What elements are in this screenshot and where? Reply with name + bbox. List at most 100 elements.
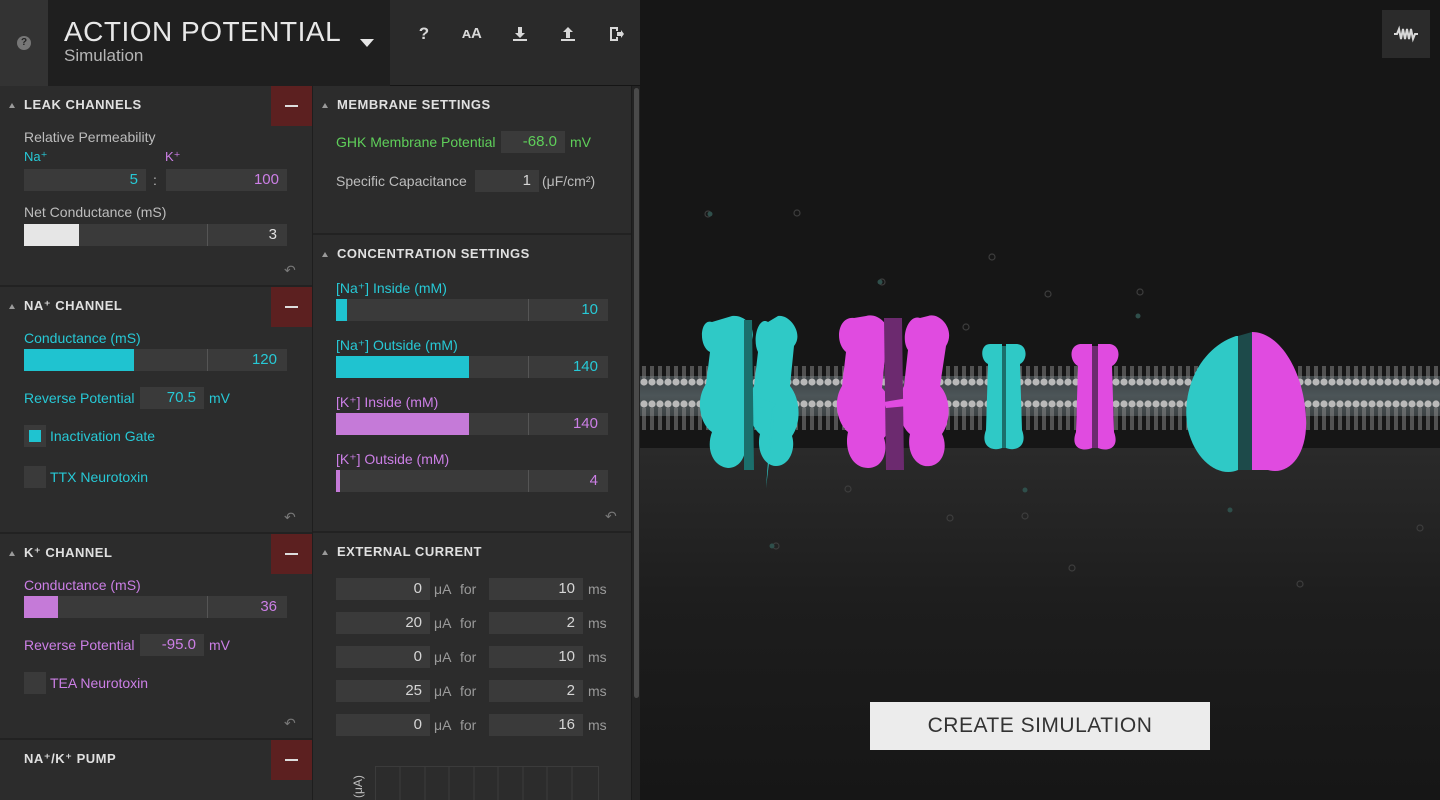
time-unit: ms bbox=[588, 683, 607, 699]
external-current-section-header[interactable]: EXTERNAL CURRENT bbox=[313, 533, 631, 571]
current-amplitude-input[interactable]: 0 bbox=[336, 714, 430, 736]
na-conductance-value[interactable]: 120 bbox=[252, 349, 277, 371]
concentration-value[interactable]: 4 bbox=[590, 470, 598, 492]
for-label: for bbox=[460, 683, 477, 699]
capacitance-input[interactable]: 1 bbox=[475, 170, 539, 192]
exit-icon[interactable] bbox=[602, 20, 630, 48]
pump-section-header[interactable]: NA⁺/K⁺ PUMP bbox=[0, 740, 312, 780]
na-leak-channel bbox=[982, 344, 1026, 450]
panel-scrollbar[interactable] bbox=[632, 86, 640, 800]
download-icon[interactable] bbox=[506, 20, 534, 48]
membrane-section-header[interactable]: MEMBRANE SETTINGS bbox=[313, 86, 631, 124]
concentration-fill bbox=[336, 356, 469, 378]
concentration-value[interactable]: 140 bbox=[573, 413, 598, 435]
concentration-slider[interactable]: 4 bbox=[336, 470, 608, 492]
time-unit: ms bbox=[588, 717, 607, 733]
leak-na-permeability-input[interactable]: 5 bbox=[24, 169, 146, 191]
capacitance-unit: (μF/cm²) bbox=[542, 173, 596, 189]
membrane-section-title: MEMBRANE SETTINGS bbox=[337, 97, 491, 112]
slider-divider bbox=[207, 596, 208, 618]
current-duration-input[interactable]: 10 bbox=[489, 578, 583, 600]
current-amplitude-input[interactable]: 0 bbox=[336, 578, 430, 600]
app-root: ? ACTION POTENTIAL Simulation ? ᴀA LEAK … bbox=[0, 0, 1440, 800]
concentration-slider[interactable]: 140 bbox=[336, 356, 608, 378]
concentration-slider[interactable]: 10 bbox=[336, 299, 608, 321]
text-size-icon[interactable]: ᴀA bbox=[458, 20, 486, 48]
ghk-value: -68.0 bbox=[501, 131, 565, 153]
collapse-triangle-icon bbox=[9, 551, 15, 556]
current-duration-input[interactable]: 16 bbox=[489, 714, 583, 736]
external-current-graph bbox=[375, 766, 599, 800]
concentration-fill bbox=[336, 299, 347, 321]
help-icon[interactable]: ? bbox=[410, 20, 438, 48]
concentration-label: [K⁺] Outside (mM) bbox=[336, 451, 450, 467]
net-conductance-value[interactable]: 3 bbox=[269, 224, 277, 246]
reset-na-icon[interactable]: ↶ bbox=[284, 509, 296, 526]
time-unit: ms bbox=[588, 649, 607, 665]
k-reverse-potential-label: Reverse Potential bbox=[24, 637, 135, 653]
na-section-header[interactable]: NA⁺ CHANNEL bbox=[0, 287, 312, 327]
remove-leak-button[interactable] bbox=[271, 86, 312, 126]
na-conductance-slider[interactable]: 120 bbox=[24, 349, 287, 371]
collapse-triangle-icon bbox=[9, 103, 15, 108]
leak-k-permeability-input[interactable]: 100 bbox=[166, 169, 287, 191]
app-subtitle: Simulation bbox=[64, 46, 144, 65]
na-reverse-unit: mV bbox=[209, 390, 230, 406]
reset-leak-icon[interactable]: ↶ bbox=[284, 262, 296, 279]
concentration-slider[interactable]: 140 bbox=[336, 413, 608, 435]
concentration-fill bbox=[336, 413, 469, 435]
reset-concentration-icon[interactable]: ↶ bbox=[605, 508, 617, 525]
time-unit: ms bbox=[588, 581, 607, 597]
concentration-section-header[interactable]: CONCENTRATION SETTINGS bbox=[313, 235, 631, 273]
ghk-label: GHK Membrane Potential bbox=[336, 134, 496, 150]
channels-panel: LEAK CHANNELS Relative Permeability Na⁺ … bbox=[0, 86, 312, 800]
na-reverse-potential-input[interactable]: 70.5 bbox=[140, 387, 204, 409]
chevron-down-icon bbox=[360, 39, 374, 47]
k-reverse-potential-input[interactable]: -95.0 bbox=[140, 634, 204, 656]
current-amplitude-input[interactable]: 0 bbox=[336, 646, 430, 668]
leak-section-header[interactable]: LEAK CHANNELS bbox=[0, 86, 312, 126]
tea-label: TEA Neurotoxin bbox=[50, 675, 149, 691]
tea-checkbox[interactable] bbox=[24, 672, 46, 694]
inactivation-gate-checkbox[interactable] bbox=[24, 425, 46, 447]
title-dropdown[interactable]: ACTION POTENTIAL Simulation bbox=[48, 0, 390, 86]
concentration-label: [K⁺] Inside (mM) bbox=[336, 394, 439, 410]
reset-k-icon[interactable]: ↶ bbox=[284, 715, 296, 732]
slider-divider bbox=[207, 349, 208, 371]
k-conductance-slider[interactable]: 36 bbox=[24, 596, 287, 618]
upload-icon[interactable] bbox=[554, 20, 582, 48]
current-duration-input[interactable]: 2 bbox=[489, 680, 583, 702]
current-amplitude-input[interactable]: 25 bbox=[336, 680, 430, 702]
create-simulation-button[interactable]: CREATE SIMULATION bbox=[870, 702, 1210, 750]
concentration-value[interactable]: 10 bbox=[581, 299, 598, 321]
collapse-triangle-icon bbox=[322, 550, 328, 555]
waveform-icon bbox=[1394, 25, 1418, 43]
concentration-value[interactable]: 140 bbox=[573, 356, 598, 378]
na-k-pump bbox=[1186, 332, 1307, 473]
remove-k-button[interactable] bbox=[271, 534, 312, 574]
concentration-label: [Na⁺] Inside (mM) bbox=[336, 280, 447, 296]
relative-permeability-label: Relative Permeability bbox=[24, 129, 156, 145]
current-amplitude-input[interactable]: 20 bbox=[336, 612, 430, 634]
slider-divider bbox=[528, 470, 529, 492]
current-duration-input[interactable]: 2 bbox=[489, 612, 583, 634]
membrane-illustration bbox=[640, 209, 1440, 588]
net-conductance-slider[interactable]: 3 bbox=[24, 224, 287, 246]
k-reverse-unit: mV bbox=[209, 637, 230, 653]
graph-axis-label: (μA) bbox=[351, 775, 365, 798]
k-conductance-value[interactable]: 36 bbox=[260, 596, 277, 618]
collapse-triangle-icon bbox=[9, 304, 15, 309]
k-section-header[interactable]: K⁺ CHANNEL bbox=[0, 534, 312, 574]
graph-toggle-button[interactable] bbox=[1382, 10, 1430, 58]
remove-pump-button[interactable] bbox=[271, 740, 312, 780]
global-help-button[interactable]: ? bbox=[0, 0, 48, 86]
external-current-section-title: EXTERNAL CURRENT bbox=[337, 544, 482, 559]
for-label: for bbox=[460, 581, 477, 597]
ttx-checkbox[interactable] bbox=[24, 466, 46, 488]
k-voltage-gated-channel bbox=[836, 315, 950, 470]
app-title: ACTION POTENTIAL bbox=[64, 16, 342, 47]
current-unit: μA bbox=[434, 683, 452, 699]
remove-na-button[interactable] bbox=[271, 287, 312, 327]
current-duration-input[interactable]: 10 bbox=[489, 646, 583, 668]
scrollbar-thumb[interactable] bbox=[634, 88, 639, 698]
